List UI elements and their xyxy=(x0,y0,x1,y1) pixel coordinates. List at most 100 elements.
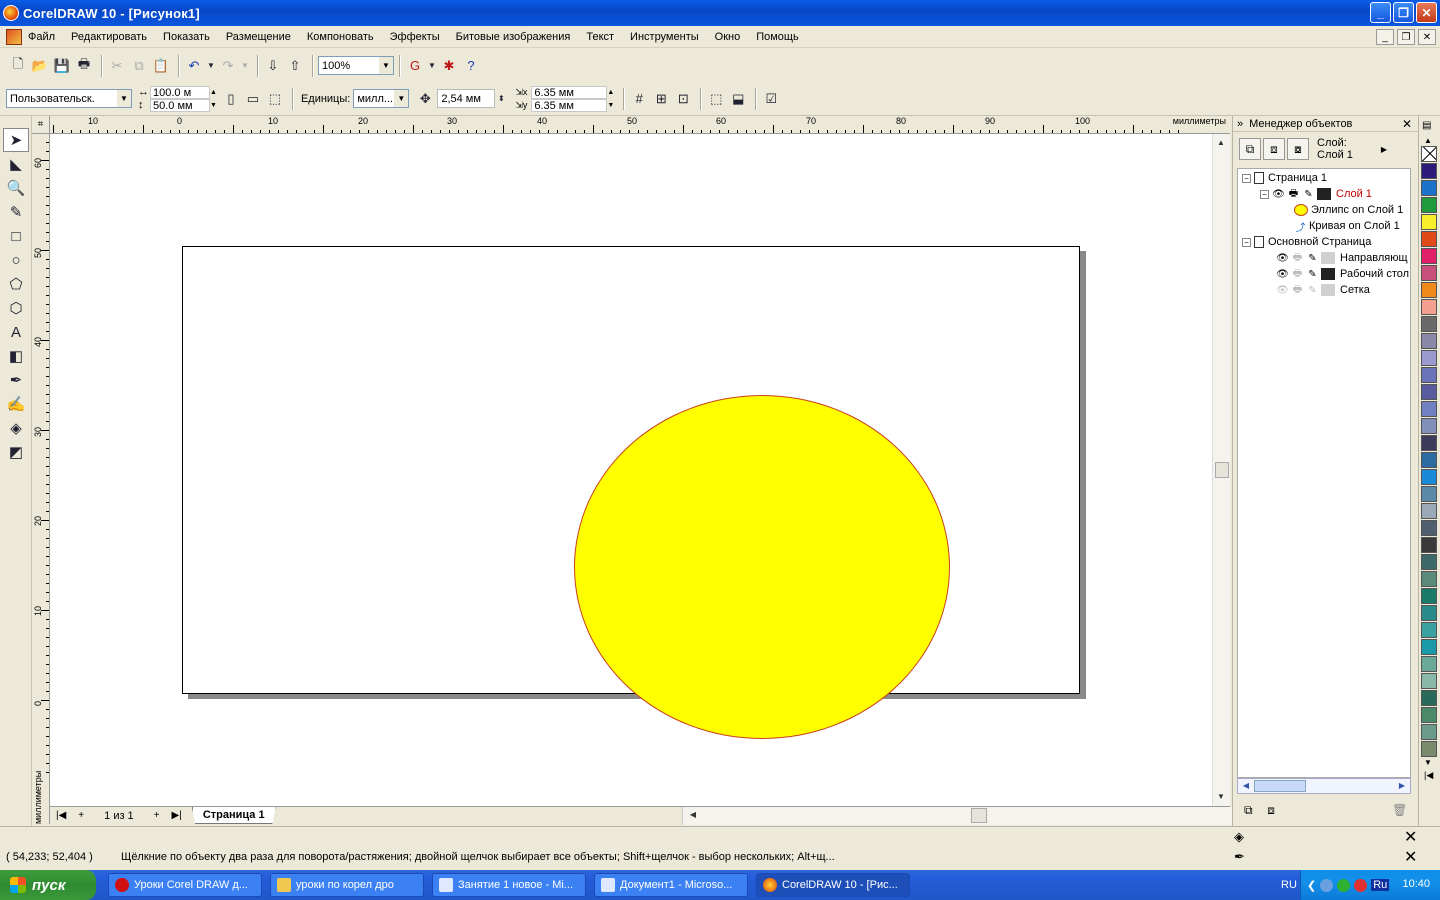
layer-menu-arrow-icon[interactable]: ▶ xyxy=(1381,145,1387,154)
portrait-icon[interactable]: ▯ xyxy=(221,89,241,109)
yellow-ellipse[interactable] xyxy=(574,395,950,739)
edit-across-layers-icon[interactable]: ⧈ xyxy=(1263,138,1285,160)
outline-tool-icon[interactable]: ✍ xyxy=(3,392,29,416)
palette-swatch[interactable] xyxy=(1421,724,1437,740)
show-properties-icon[interactable]: ⧉ xyxy=(1239,138,1261,160)
doc-minimize-button[interactable]: _ xyxy=(1376,29,1394,45)
undo-icon[interactable]: ↶ xyxy=(184,56,204,76)
tree-node-ellipse[interactable]: Эллипс on Слой 1 xyxy=(1294,202,1403,218)
layer-color-swatch[interactable] xyxy=(1321,268,1335,280)
visible-eye-icon[interactable]: 👁 xyxy=(1272,188,1285,201)
menu-text[interactable]: Текст xyxy=(586,31,614,43)
palette-swatch[interactable] xyxy=(1421,673,1437,689)
palette-swatch[interactable] xyxy=(1421,248,1437,264)
menu-arrange[interactable]: Компоновать xyxy=(307,31,374,43)
visible-eye-icon[interactable]: 👁 xyxy=(1276,252,1289,265)
tree-node-page1[interactable]: − Страница 1 xyxy=(1242,170,1327,186)
close-docker-icon[interactable]: ✕ xyxy=(1402,117,1412,131)
zoom-tool-icon[interactable]: 🔍 xyxy=(3,176,29,200)
taskbar-item-word1[interactable]: Занятие 1 новое - Mi... xyxy=(432,873,586,897)
menu-edit[interactable]: Редактировать xyxy=(71,31,147,43)
eyedropper-tool-icon[interactable]: ✒ xyxy=(3,368,29,392)
tree-node-guides[interactable]: 👁 🖶 ✎ Направляющ xyxy=(1276,250,1408,266)
set-default-page-icon[interactable]: ⬚ xyxy=(265,89,285,109)
editable-pencil-icon[interactable]: ✎ xyxy=(1306,252,1319,265)
minimize-button[interactable]: _ xyxy=(1370,2,1391,23)
palette-swatch[interactable] xyxy=(1421,282,1437,298)
layer-color-swatch[interactable] xyxy=(1321,284,1335,296)
spin-arrows-icon[interactable]: ▲ xyxy=(210,86,217,99)
no-outline-icon[interactable]: ✕ xyxy=(1404,847,1417,867)
palette-expand-icon[interactable]: |◀ xyxy=(1424,770,1440,782)
menu-tools[interactable]: Инструменты xyxy=(630,31,699,43)
printable-icon[interactable]: 🖶 xyxy=(1291,284,1304,297)
taskbar-item-opera[interactable]: Уроки Corel DRAW д... xyxy=(108,873,262,897)
basic-shapes-tool-icon[interactable]: ⬡ xyxy=(3,296,29,320)
palette-scroll-up-icon[interactable]: ▲ xyxy=(1424,136,1440,146)
print-icon[interactable]: 🖶 xyxy=(74,56,94,76)
layer-color-swatch[interactable] xyxy=(1317,188,1331,200)
paste-icon[interactable]: 📋 xyxy=(151,56,171,76)
palette-swatch[interactable] xyxy=(1421,299,1437,315)
editable-pencil-icon[interactable]: ✎ xyxy=(1306,268,1319,281)
save-icon[interactable]: 💾 xyxy=(52,56,72,76)
editable-pencil-icon[interactable]: ✎ xyxy=(1302,188,1315,201)
palette-swatch[interactable] xyxy=(1421,163,1437,179)
new-document-icon[interactable]: 🗋 xyxy=(8,56,28,76)
language-indicator[interactable]: Ru xyxy=(1371,879,1390,891)
first-page-icon[interactable]: |◀ xyxy=(56,810,66,821)
palette-swatch[interactable] xyxy=(1421,333,1437,349)
options-checklist-icon[interactable]: ☑ xyxy=(761,89,781,109)
object-tree-scrollbar[interactable]: ◀ ▶ xyxy=(1237,778,1411,794)
palette-swatch[interactable] xyxy=(1421,741,1437,757)
palette-swatch[interactable] xyxy=(1421,639,1437,655)
snap-to-objects-icon[interactable]: ⊡ xyxy=(673,89,693,109)
pick-tool-icon[interactable]: ➤ xyxy=(3,128,29,152)
palette-swatch[interactable] xyxy=(1421,197,1437,213)
no-fill-icon[interactable]: ✕ xyxy=(1404,827,1417,847)
palette-swatch[interactable] xyxy=(1421,469,1437,485)
application-launcher-icon[interactable]: G xyxy=(405,56,425,76)
chevron-down-icon[interactable]: ▼ xyxy=(117,90,131,107)
copy-icon[interactable]: ⧉ xyxy=(129,56,149,76)
tree-node-desktop[interactable]: 👁 🖶 ✎ Рабочий стол xyxy=(1276,266,1409,282)
palette-swatch[interactable] xyxy=(1421,316,1437,332)
interactive-fill-tool-icon[interactable]: ◩ xyxy=(3,440,29,464)
scroll-down-icon[interactable]: ▼ xyxy=(1213,792,1229,801)
fill-tool-icon[interactable]: ◈ xyxy=(3,416,29,440)
delete-trash-icon[interactable]: 🗑 xyxy=(1390,799,1409,821)
corel-online-icon[interactable]: ✱ xyxy=(439,56,459,76)
menu-view[interactable]: Показать xyxy=(163,31,210,43)
layer-color-swatch[interactable] xyxy=(1321,252,1335,264)
taskbar-item-word2[interactable]: Документ1 - Microso... xyxy=(594,873,748,897)
collapse-icon[interactable]: − xyxy=(1260,189,1269,199)
interactive-blend-tool-icon[interactable]: ◧ xyxy=(3,344,29,368)
palette-swatch[interactable] xyxy=(1421,707,1437,723)
import-icon[interactable]: ⇩ xyxy=(263,56,283,76)
close-button[interactable]: ✕ xyxy=(1416,2,1437,23)
polygon-tool-icon[interactable]: ⬠ xyxy=(3,272,29,296)
printable-icon[interactable]: 🖶 xyxy=(1287,188,1300,201)
scroll-left-icon[interactable]: ◀ xyxy=(1238,781,1254,790)
redo-icon[interactable]: ↷ xyxy=(218,56,238,76)
vertical-scroll-thumb[interactable] xyxy=(1215,462,1229,478)
palette-options-icon[interactable]: ▤ xyxy=(1422,120,1440,134)
snap-to-grid-icon[interactable]: # xyxy=(629,89,649,109)
no-color-swatch[interactable] xyxy=(1421,146,1437,162)
collapse-icon[interactable]: − xyxy=(1242,173,1251,183)
undo-dropdown-icon[interactable]: ▼ xyxy=(206,56,216,76)
palette-swatch[interactable] xyxy=(1421,231,1437,247)
spin-arrows-icon[interactable]: ▲ xyxy=(607,86,614,99)
document-icon[interactable] xyxy=(6,28,22,45)
ruler-origin[interactable]: ⌗ xyxy=(32,116,50,134)
paper-height-field[interactable]: 50.0 мм xyxy=(150,98,210,112)
editable-pencil-icon[interactable]: ✎ xyxy=(1306,284,1319,297)
snap-to-guidelines-icon[interactable]: ⊞ xyxy=(651,89,671,109)
palette-scroll-down-icon[interactable]: ▼ xyxy=(1424,758,1440,770)
fill-indicator-icon[interactable]: ◈ xyxy=(1234,829,1244,845)
chevron-down-icon[interactable]: ▼ xyxy=(379,57,393,74)
spin-arrows-icon[interactable]: ▼ xyxy=(607,99,614,112)
launcher-dropdown-icon[interactable]: ▼ xyxy=(427,56,437,76)
layer-manager-view-icon[interactable]: ⧇ xyxy=(1287,138,1309,160)
shape-tool-icon[interactable]: ◣ xyxy=(3,152,29,176)
